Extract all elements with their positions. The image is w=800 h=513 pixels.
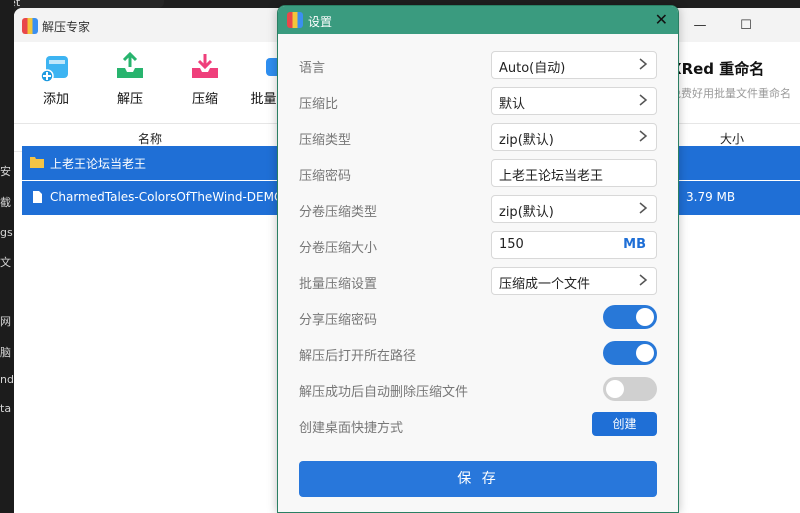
compress-icon <box>189 52 221 82</box>
auto-delete-label: 解压成功后自动删除压缩文件 <box>299 385 469 400</box>
desktop-text: 文 <box>0 256 11 269</box>
language-value: Auto(自动) <box>499 61 566 76</box>
desktop-text: nd <box>0 373 14 386</box>
create-shortcut-button[interactable]: 创建 <box>592 412 657 436</box>
app-logo-icon <box>22 18 38 34</box>
batch-select[interactable]: 压缩成一个文件 <box>491 267 657 295</box>
split-size-input[interactable]: 150 MB <box>491 231 657 259</box>
save-button[interactable]: 保 存 <box>299 461 657 497</box>
chevron-right-icon <box>637 272 649 288</box>
minimize-button[interactable]: — <box>690 16 710 36</box>
compress-button[interactable]: 压缩 <box>175 52 235 107</box>
file-size: 3.79 MB <box>686 190 736 204</box>
split-type-value: zip(默认) <box>499 205 554 220</box>
file-name: 上老王论坛当老王 <box>50 157 147 171</box>
desktop-text: gs <box>0 226 13 239</box>
maximize-button[interactable]: ☐ <box>736 16 756 36</box>
split-type-label: 分卷压缩类型 <box>299 205 378 220</box>
ratio-select[interactable]: 默认 <box>491 87 657 115</box>
type-select[interactable]: zip(默认) <box>491 123 657 151</box>
split-size-label: 分卷压缩大小 <box>299 241 378 256</box>
password-value: 上老王论坛当老王 <box>499 169 604 184</box>
promo-banner[interactable]: XRed 重命名 免费好用批量文件重命名 <box>670 58 800 101</box>
add-label: 添加 <box>42 92 69 107</box>
chevron-right-icon <box>637 128 649 144</box>
column-size-header[interactable]: 大小 <box>720 130 744 147</box>
desktop-text: 网 <box>0 315 11 328</box>
extract-button[interactable]: 解压 <box>100 51 160 107</box>
type-value: zip(默认) <box>499 133 554 148</box>
desktop-top-fragment: let <box>6 0 164 9</box>
dialog-title-bar[interactable]: 设置 ✕ <box>278 6 678 34</box>
batch-value: 压缩成一个文件 <box>499 277 591 292</box>
add-archive-icon <box>40 52 72 83</box>
chevron-right-icon <box>637 56 649 72</box>
desktop-text: ta <box>0 402 12 415</box>
password-input[interactable]: 上老王论坛当老王 <box>491 159 657 187</box>
desktop-text: 脑 <box>0 346 11 359</box>
promo-subtitle: 免费好用批量文件重命名 <box>670 87 791 100</box>
desktop-text: 安 <box>0 165 11 178</box>
language-select[interactable]: Auto(自动) <box>491 51 657 79</box>
extract-icon <box>114 51 146 82</box>
open-path-toggle[interactable] <box>603 341 657 365</box>
folder-icon <box>30 157 44 168</box>
compress-label: 压缩 <box>191 92 218 107</box>
chevron-right-icon <box>637 200 649 216</box>
shortcut-label: 创建桌面快捷方式 <box>299 421 404 436</box>
split-size-unit: MB <box>623 237 646 252</box>
add-button[interactable]: 添加 <box>26 52 86 107</box>
type-label: 压缩类型 <box>299 133 352 148</box>
desktop-text: 截 <box>0 196 11 209</box>
close-icon[interactable]: ✕ <box>655 10 668 29</box>
promo-title: XRed 重命名 <box>670 60 765 78</box>
toggle-knob <box>636 344 654 362</box>
app-logo-icon <box>287 12 303 28</box>
window-title: 解压专家 <box>42 20 91 34</box>
language-label: 语言 <box>299 61 326 76</box>
open-path-label: 解压后打开所在路径 <box>299 349 417 364</box>
extract-label: 解压 <box>116 92 143 107</box>
password-label: 压缩密码 <box>299 169 352 184</box>
ratio-label: 压缩比 <box>299 97 339 112</box>
settings-dialog: 设置 ✕ 语言 Auto(自动) 压缩比 默认 压缩类型 zip(默认) 压缩密… <box>277 5 679 513</box>
share-password-label: 分享压缩密码 <box>299 313 378 328</box>
batch-label: 批量压缩设置 <box>299 277 378 292</box>
file-icon <box>33 191 42 203</box>
desktop-strip: 安 截 gs 文 网 脑 nd ta <box>0 0 14 513</box>
auto-delete-toggle[interactable] <box>603 377 657 401</box>
split-size-value: 150 <box>499 237 524 252</box>
share-password-toggle[interactable] <box>603 305 657 329</box>
toggle-knob <box>636 308 654 326</box>
column-name-header[interactable]: 名称 <box>138 130 162 147</box>
dialog-title: 设置 <box>308 15 333 29</box>
toggle-knob <box>606 380 624 398</box>
file-name: CharmedTales-ColorsOfTheWind-DEMO-1.0 <box>50 190 308 204</box>
split-type-select[interactable]: zip(默认) <box>491 195 657 223</box>
ratio-value: 默认 <box>499 97 526 112</box>
chevron-right-icon <box>637 92 649 108</box>
